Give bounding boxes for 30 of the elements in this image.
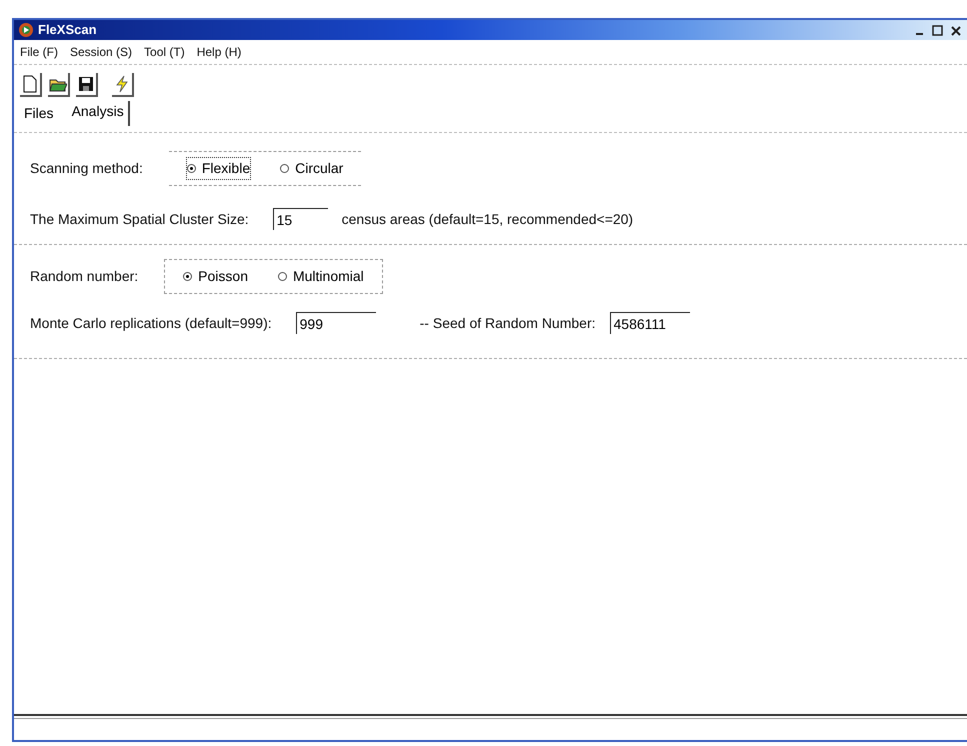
field-label: -- Seed of Random Number: bbox=[420, 314, 596, 332]
field-label: Random number: bbox=[30, 267, 138, 286]
menu-item[interactable]: Tool (T) bbox=[144, 43, 185, 61]
radio-option[interactable]: Circular bbox=[280, 158, 344, 179]
field-label: The Maximum Spatial Cluster Size: bbox=[30, 210, 249, 229]
maximize-icon[interactable] bbox=[930, 24, 945, 36]
input-field[interactable]: 999 bbox=[296, 312, 376, 334]
menu-item[interactable]: Session (S) bbox=[70, 43, 132, 61]
radio-button[interactable] bbox=[280, 164, 290, 173]
radio-button[interactable] bbox=[186, 164, 196, 173]
close-icon[interactable] bbox=[949, 24, 963, 36]
radio-option[interactable]: Multinomial bbox=[278, 266, 364, 287]
field-label: Scanning method: bbox=[30, 159, 143, 178]
tab[interactable]: Files bbox=[20, 101, 58, 126]
radio-button[interactable] bbox=[183, 272, 192, 281]
hint-text: census areas (default=15, recommended<=20) bbox=[342, 210, 634, 229]
input-field[interactable]: 4586111 bbox=[610, 312, 690, 334]
app-icon bbox=[18, 22, 34, 38]
save-icon[interactable] bbox=[76, 73, 98, 97]
menu-item[interactable]: Help (H) bbox=[196, 43, 242, 61]
folder-icon[interactable] bbox=[48, 73, 70, 97]
field-label: Monte Carlo replications (default=999): bbox=[30, 314, 272, 333]
tab[interactable]: Analysis bbox=[68, 101, 130, 126]
radio-option[interactable]: Flexible bbox=[186, 158, 250, 179]
input-field[interactable]: 15 bbox=[272, 208, 328, 230]
window-title: FleXScan bbox=[38, 21, 97, 40]
menu-item[interactable]: File (F) bbox=[20, 43, 58, 61]
new-file-icon[interactable] bbox=[20, 73, 42, 97]
radio-button[interactable] bbox=[278, 272, 287, 281]
radio-option[interactable]: Poisson bbox=[183, 266, 248, 287]
